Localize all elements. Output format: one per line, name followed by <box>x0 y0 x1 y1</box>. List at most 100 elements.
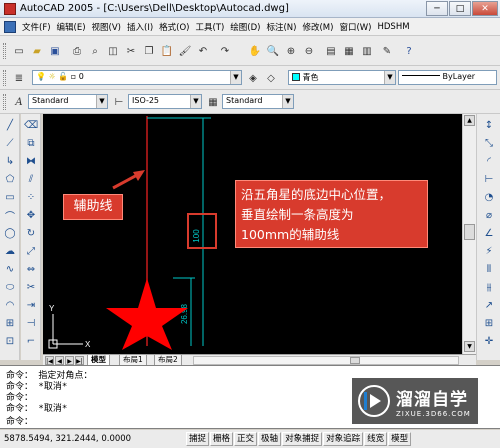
layer-previous-icon[interactable]: ◇ <box>264 71 278 85</box>
otrack-toggle[interactable]: 对象追踪 <box>323 432 364 446</box>
autocad-app-icon[interactable] <box>4 3 16 15</box>
menu-dimension[interactable]: 标注(N) <box>263 21 299 33</box>
zoom-realtime-icon[interactable]: 🔍 <box>266 44 280 58</box>
rotate-icon[interactable]: ↻ <box>24 226 38 240</box>
leader-icon[interactable]: ↗ <box>482 298 496 312</box>
undo-icon[interactable]: ↶ <box>196 44 210 58</box>
ellipse-icon[interactable]: ⬭ <box>3 280 17 294</box>
rectangle-icon[interactable]: ▭ <box>3 190 17 204</box>
text-style-dropdown[interactable]: Standard ▼ <box>28 94 108 109</box>
revision-cloud-icon[interactable]: ☁ <box>3 244 17 258</box>
arc-icon[interactable]: ⌒ <box>3 208 17 223</box>
center-mark-icon[interactable]: ✛ <box>482 334 496 348</box>
dim-linear-icon[interactable]: ↕ <box>482 118 496 132</box>
line-icon[interactable]: ╱ <box>3 118 17 132</box>
print-icon[interactable]: ⎙ <box>70 44 84 58</box>
stretch-icon[interactable]: ⇔ <box>24 262 38 276</box>
help-icon[interactable]: ? <box>402 44 416 58</box>
quick-dimension-icon[interactable]: ⚡ <box>482 244 496 258</box>
document-icon[interactable] <box>4 20 16 33</box>
dim-arc-icon[interactable]: ◜ <box>482 154 496 168</box>
dim-angular-icon[interactable]: ∠ <box>482 226 496 240</box>
move-icon[interactable]: ✥ <box>24 208 38 222</box>
trim-icon[interactable]: ✂ <box>24 280 38 294</box>
erase-icon[interactable]: ⌫ <box>24 118 38 132</box>
zoom-window-icon[interactable]: ⊕ <box>284 44 298 58</box>
markup-icon[interactable]: ✎ <box>380 44 394 58</box>
polar-toggle[interactable]: 极轴 <box>258 432 282 446</box>
dimension-style-icon[interactable]: ⊢ <box>112 95 126 109</box>
save-icon[interactable]: ▣ <box>48 44 62 58</box>
menu-edit[interactable]: 编辑(E) <box>54 21 89 33</box>
offset-icon[interactable]: ⫽ <box>24 172 38 186</box>
tab-last-icon[interactable]: ▶| <box>75 356 84 365</box>
vertical-scrollbar[interactable]: ▲ ▼ <box>462 114 476 354</box>
menu-tools[interactable]: 工具(T) <box>192 21 227 33</box>
new-file-icon[interactable]: ▭ <box>12 44 26 58</box>
linetype-dropdown[interactable]: ByLayer <box>398 70 497 85</box>
snap-toggle[interactable]: 捕捉 <box>186 432 210 446</box>
tab-prev-icon[interactable]: ◀ <box>55 356 64 365</box>
menu-window[interactable]: 窗口(W) <box>336 21 374 33</box>
circle-icon[interactable]: ◯ <box>3 226 17 240</box>
dim-baseline-icon[interactable]: ⫴ <box>482 262 496 276</box>
insert-block-icon[interactable]: ⊞ <box>3 316 17 330</box>
copy-icon[interactable]: ❐ <box>142 44 156 58</box>
tool-palettes-icon[interactable]: ▥ <box>360 44 374 58</box>
color-dropdown[interactable]: 青色 ▼ <box>288 70 396 85</box>
print-preview-icon[interactable]: ⌕ <box>88 44 102 58</box>
close-button[interactable]: ✕ <box>472 1 498 16</box>
make-object-layer-current-icon[interactable]: ◈ <box>246 71 260 85</box>
fillet-icon[interactable]: ⌐ <box>24 334 38 348</box>
dim-diameter-icon[interactable]: ⌀ <box>482 208 496 222</box>
tab-next-icon[interactable]: ▶ <box>65 356 74 365</box>
zoom-previous-icon[interactable]: ⊖ <box>302 44 316 58</box>
mirror-icon[interactable]: ⧓ <box>24 154 38 168</box>
menu-draw[interactable]: 绘图(D) <box>227 21 263 33</box>
publish-icon[interactable]: ◫ <box>106 44 120 58</box>
tolerance-icon[interactable]: ⊞ <box>482 316 496 330</box>
break-icon[interactable]: ⊣ <box>24 316 38 330</box>
construction-line-icon[interactable]: ⟋ <box>3 136 17 150</box>
ortho-toggle[interactable]: 正交 <box>234 432 258 446</box>
layer-dropdown[interactable]: 💡 ☼ 🔓 ▫ 0 ▼ <box>32 70 242 85</box>
dim-continue-icon[interactable]: ⫵ <box>482 280 496 294</box>
open-folder-icon[interactable]: ▰ <box>30 44 44 58</box>
dim-aligned-icon[interactable]: ⤡ <box>482 136 496 150</box>
drawing-canvas[interactable]: 100 26.98 Y X 辅助线 沿五角星的底边中心位置， 垂直绘制一条高度为… <box>43 114 462 354</box>
lineweight-toggle[interactable]: 线宽 <box>364 432 388 446</box>
layer-manager-icon[interactable]: ≣ <box>12 71 26 85</box>
spline-icon[interactable]: ∿ <box>3 262 17 276</box>
array-icon[interactable]: ⁘ <box>24 190 38 204</box>
scale-icon[interactable]: ⤢ <box>24 244 38 258</box>
text-style-icon[interactable]: A <box>12 95 26 109</box>
copy-object-icon[interactable]: ⧉ <box>24 136 38 150</box>
tab-first-icon[interactable]: |◀ <box>45 356 54 365</box>
command-prompt-input[interactable]: 命令： <box>6 414 33 427</box>
h-scroll-thumb[interactable] <box>350 357 360 364</box>
grid-toggle[interactable]: 栅格 <box>210 432 234 446</box>
polygon-icon[interactable]: ⬠ <box>3 172 17 186</box>
dim-radius-icon[interactable]: ◔ <box>482 190 496 204</box>
redo-icon[interactable]: ↷ <box>218 44 232 58</box>
polyline-icon[interactable]: ↳ <box>3 154 17 168</box>
scroll-up-icon[interactable]: ▲ <box>464 115 475 126</box>
make-block-icon[interactable]: ⊡ <box>3 334 17 348</box>
menu-file[interactable]: 文件(F) <box>19 21 54 33</box>
table-style-icon[interactable]: ▦ <box>206 95 220 109</box>
minimize-button[interactable]: ─ <box>426 1 448 16</box>
maximize-button[interactable]: □ <box>449 1 471 16</box>
horizontal-scrollbar[interactable] <box>193 356 459 365</box>
design-center-icon[interactable]: ▦ <box>342 44 356 58</box>
cut-icon[interactable]: ✂ <box>124 44 138 58</box>
table-style-dropdown[interactable]: Standard ▼ <box>222 94 294 109</box>
ellipse-arc-icon[interactable]: ◠ <box>3 298 17 312</box>
model-toggle[interactable]: 模型 <box>388 432 412 446</box>
scroll-down-icon[interactable]: ▼ <box>464 341 475 352</box>
dim-ordinate-icon[interactable]: ⊢ <box>482 172 496 186</box>
menu-insert[interactable]: 插入(I) <box>124 21 156 33</box>
extend-icon[interactable]: ⇥ <box>24 298 38 312</box>
osnap-toggle[interactable]: 对象捕捉 <box>282 432 323 446</box>
menu-view[interactable]: 视图(V) <box>89 21 124 33</box>
menu-modify[interactable]: 修改(M) <box>299 21 336 33</box>
